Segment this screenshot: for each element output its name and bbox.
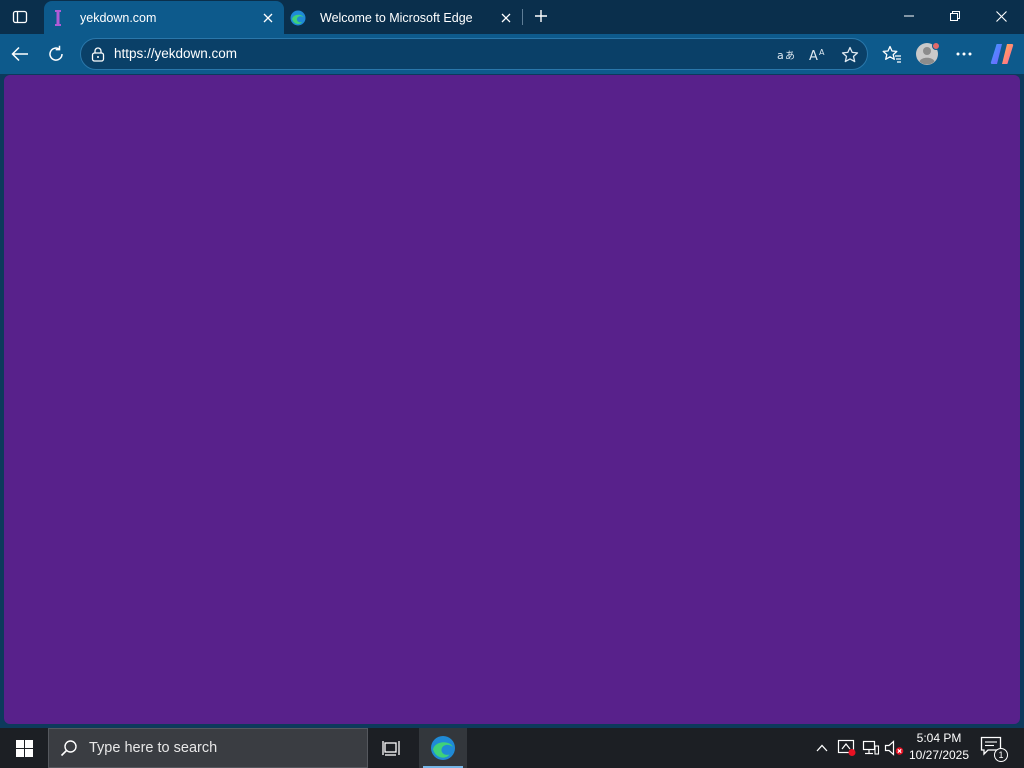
start-button[interactable] [0,728,48,768]
page-content [4,75,1020,724]
volume-tray-icon[interactable] [884,738,904,758]
svg-text:あ: あ [785,50,795,62]
translate-icon: a あ [777,49,795,62]
read-aloud-button[interactable]: A A [805,42,831,68]
edge-icon [290,10,306,26]
network-wired-icon [862,740,880,755]
favorites-list-icon [882,45,901,63]
avatar-icon [916,42,940,65]
browser-toolbar: https://yekdown.com a あ A A [0,34,1024,74]
tab-close-button[interactable] [494,6,518,30]
show-hidden-icons-button[interactable] [812,738,832,758]
refresh-button[interactable] [40,38,72,70]
notification-count-badge: 1 [994,748,1008,762]
defender-warning-icon [837,739,856,756]
tab-yekdown[interactable]: yekdown.com [44,1,284,34]
taskbar-edge-button[interactable] [419,728,467,768]
tab-welcome-edge[interactable]: Welcome to Microsoft Edge [284,1,522,34]
taskbar-search-box[interactable]: Type here to search [48,728,368,768]
tab-close-button[interactable] [256,6,280,30]
tab-title: yekdown.com [80,10,157,25]
settings-more-button[interactable] [948,38,980,70]
profile-button[interactable] [912,38,944,70]
search-placeholder: Type here to search [89,740,218,756]
tab-actions-icon [12,10,28,24]
windows-logo-icon [15,739,33,757]
volume-muted-icon [884,740,904,756]
yekdown-favicon [50,9,66,26]
network-tray-icon[interactable] [861,738,881,758]
svg-text:A: A [809,49,818,63]
tab-title: Welcome to Microsoft Edge [320,10,473,25]
chevron-up-icon [816,744,828,752]
clock-time: 5:04 PM [916,731,962,745]
refresh-icon [49,45,63,61]
site-info-lock-icon[interactable] [90,46,106,62]
taskbar: Type here to search 5:04 PM 10/27/2025 1 [0,728,1024,768]
copilot-icon [990,44,1014,64]
address-bar[interactable]: https://yekdown.com a あ A A [80,38,868,70]
minimize-icon [904,15,914,17]
back-button[interactable] [4,38,36,70]
close-icon [263,13,273,22]
minimize-button[interactable] [886,0,932,32]
search-icon [59,738,79,758]
copilot-button[interactable] [986,38,1018,70]
new-tab-button[interactable] [528,3,554,29]
close-window-button[interactable] [978,0,1024,32]
plus-icon [535,10,547,22]
address-url: https://yekdown.com [114,46,238,61]
close-icon [995,10,1007,22]
more-horizontal-icon [956,52,972,56]
task-view-icon [382,741,400,756]
edge-icon [431,736,455,760]
browser-window: yekdown.com Welcome to Microsoft Edge ht… [0,0,1024,728]
favorites-button[interactable] [876,38,908,70]
security-tray-icon[interactable] [837,738,857,758]
svg-text:a: a [777,49,784,62]
restore-icon [950,11,960,21]
tab-divider [522,9,523,25]
arrow-left-icon [11,46,28,62]
read-aloud-icon: A A [809,48,825,63]
action-center-button[interactable]: 1 [980,736,1008,762]
tab-strip: yekdown.com Welcome to Microsoft Edge [0,0,1024,34]
restore-button[interactable] [932,0,978,32]
clock-date: 10/27/2025 [908,748,970,762]
star-icon [841,46,859,63]
favorite-star-button[interactable] [837,42,863,68]
close-icon [501,13,511,22]
tab-actions-button[interactable] [4,2,36,32]
system-clock[interactable]: 5:04 PM 10/27/2025 [904,730,974,766]
translate-button[interactable]: a あ [773,42,799,68]
svg-text:A: A [819,48,825,57]
task-view-button[interactable] [368,728,416,768]
